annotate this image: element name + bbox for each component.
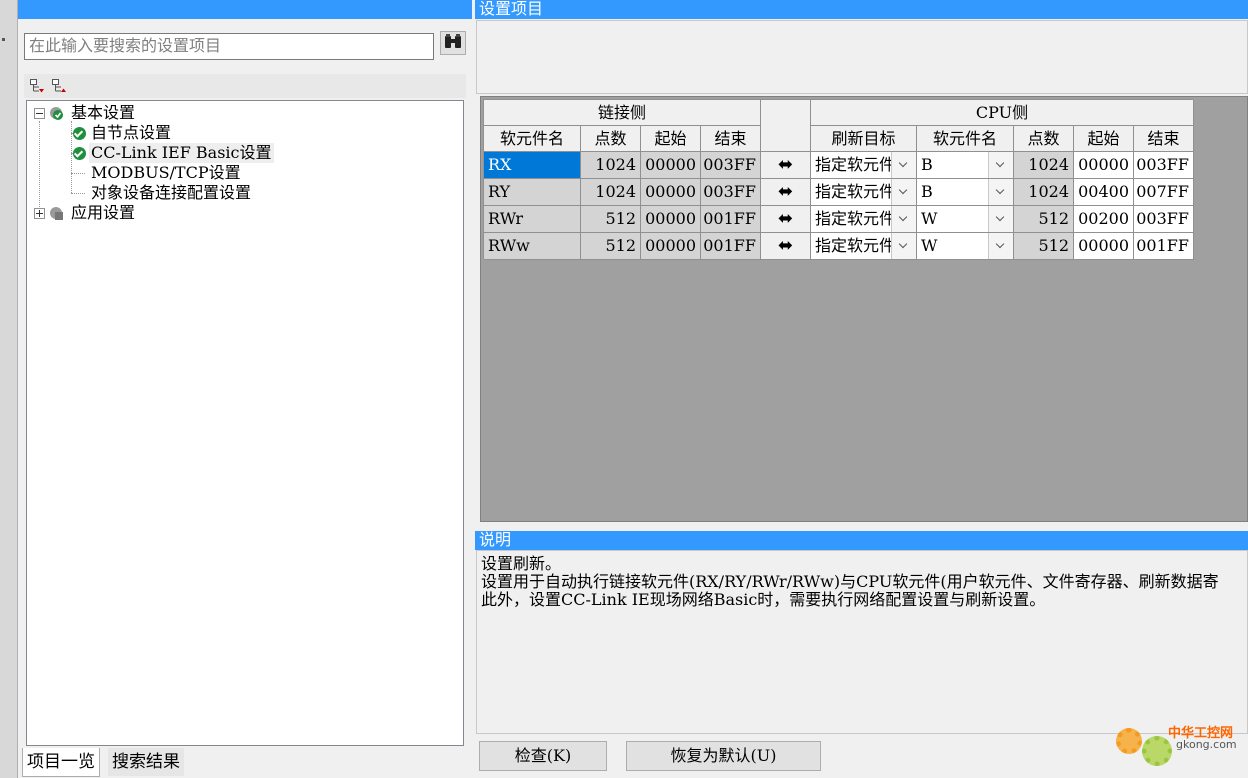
tree-item-application-settings[interactable]: 应用设置	[71, 203, 135, 223]
link-arrow-icon: ⬌	[761, 233, 811, 260]
chevron-down-icon[interactable]	[988, 179, 1013, 205]
watermark-domain: gkong.com	[1176, 738, 1237, 751]
tree-item-modbus-tcp[interactable]: MODBUS/TCP设置	[91, 163, 241, 183]
link-device-cell: RX	[484, 152, 581, 179]
description-line: 设置用于自动执行链接软元件(RX/RY/RWr/RWw)与CPU软元件(用户软元…	[481, 572, 1219, 591]
column-header: 点数	[581, 126, 641, 152]
column-header: 起始	[641, 126, 701, 152]
chevron-down-icon[interactable]	[988, 152, 1013, 178]
link-value-cell: 003FF	[701, 152, 761, 179]
cpu-device-select[interactable]: W	[917, 233, 1014, 260]
tree-item-cclink-ief-basic[interactable]: CC-Link IEF Basic设置	[89, 143, 274, 163]
cpu-value-cell: 003FF	[1134, 206, 1194, 233]
link-side-header: 链接侧	[484, 100, 761, 126]
cpu-points-cell: 512	[1014, 206, 1074, 233]
column-header: 结束	[701, 126, 761, 152]
column-header: 软元件名	[484, 126, 581, 152]
cpu-points-cell: 512	[1014, 233, 1074, 260]
column-header: 起始	[1074, 126, 1134, 152]
column-header: 点数	[1014, 126, 1074, 152]
cpu-points-cell: 1024	[1014, 179, 1074, 206]
window-edge	[0, 0, 18, 778]
column-header: 软元件名	[917, 126, 1014, 152]
link-value-cell: 00000	[641, 179, 701, 206]
chevron-down-icon[interactable]	[891, 179, 916, 205]
check-button[interactable]: 检查(K)	[479, 741, 607, 771]
settings-tree: 基本设置 自节点设置 CC-Link IEF Basic设置 MODBUS/TC…	[26, 100, 464, 746]
cpu-side-header: CPU侧	[811, 100, 1194, 126]
tab-project-list[interactable]: 项目一览	[22, 748, 100, 777]
cpu-value-cell: 007FF	[1134, 179, 1194, 206]
link-value-cell: 00000	[641, 233, 701, 260]
refresh-settings-table: 链接侧 CPU侧 软元件名 点数 起始 结束 刷新目标 软元件名 点数 起始 结束 RX 1024 000…	[483, 99, 1194, 260]
expand-toggle[interactable]	[34, 208, 45, 219]
collapse-toggle[interactable]	[34, 108, 45, 119]
link-value-cell: 512	[581, 206, 641, 233]
cpu-device-select[interactable]: W	[917, 206, 1014, 233]
link-value-cell: 1024	[581, 152, 641, 179]
link-value-cell: 00000	[641, 152, 701, 179]
link-value-cell: 001FF	[701, 206, 761, 233]
cpu-device-select[interactable]: B	[917, 152, 1014, 179]
binoculars-icon	[445, 34, 461, 48]
link-device-cell: RWr	[484, 206, 581, 233]
settings-top-area	[476, 20, 1248, 94]
cpu-value-cell: 001FF	[1134, 233, 1194, 260]
cpu-points-cell: 1024	[1014, 152, 1074, 179]
search-input[interactable]: 在此输入要搜索的设置项目	[24, 33, 434, 60]
description-line: 设置刷新。	[481, 554, 562, 573]
refresh-target-select[interactable]: 指定软元件	[811, 206, 917, 233]
tab-search-results[interactable]: 搜索结果	[108, 748, 184, 776]
link-value-cell: 003FF	[701, 179, 761, 206]
left-tabs: 项目一览 搜索结果	[22, 748, 472, 778]
link-device-cell: RWw	[484, 233, 581, 260]
splitter[interactable]	[476, 524, 1248, 530]
description-panel: 设置刷新。 设置用于自动执行链接软元件(RX/RY/RWr/RWw)与CPU软元…	[476, 550, 1248, 734]
chevron-down-icon[interactable]	[891, 206, 916, 232]
link-device-cell: RY	[484, 179, 581, 206]
link-value-cell: 512	[581, 233, 641, 260]
restore-default-button[interactable]: 恢复为默认(U)	[626, 741, 821, 771]
tree-item-basic-settings[interactable]: 基本设置	[71, 103, 135, 123]
refresh-target-select[interactable]: 指定软元件	[811, 179, 917, 206]
tree-toolbar	[24, 74, 466, 98]
description-line: 此外，设置CC-Link IE现场网络Basic时，需要执行网络配置设置与刷新设…	[481, 590, 1046, 609]
cpu-value-cell[interactable]: 00000	[1074, 152, 1134, 179]
left-pane-header	[18, 0, 472, 19]
collapse-all-icon[interactable]	[52, 79, 66, 93]
link-value-cell: 00000	[641, 206, 701, 233]
check-icon	[73, 147, 86, 160]
basic-settings-icon	[49, 106, 63, 120]
check-icon	[73, 127, 86, 140]
link-arrow-icon: ⬌	[761, 179, 811, 206]
settings-items-title: 设置项目	[475, 0, 1248, 19]
arrow-column-header	[761, 100, 811, 152]
tree-item-own-node[interactable]: 自节点设置	[91, 123, 171, 143]
cpu-value-cell[interactable]: 00200	[1074, 206, 1134, 233]
description-title: 说明	[475, 531, 1248, 550]
link-value-cell: 001FF	[701, 233, 761, 260]
link-arrow-icon: ⬌	[761, 206, 811, 233]
cpu-device-select[interactable]: B	[917, 179, 1014, 206]
expand-all-icon[interactable]	[30, 79, 44, 93]
app-settings-icon	[49, 206, 63, 220]
refresh-target-select[interactable]: 指定软元件	[811, 152, 917, 179]
gear-icon	[1116, 728, 1142, 754]
chevron-down-icon[interactable]	[988, 206, 1013, 232]
refresh-target-select[interactable]: 指定软元件	[811, 233, 917, 260]
link-arrow-icon: ⬌	[761, 152, 811, 179]
cpu-value-cell[interactable]: 00400	[1074, 179, 1134, 206]
column-header: 结束	[1134, 126, 1194, 152]
tree-item-target-device-connection[interactable]: 对象设备连接配置设置	[91, 183, 251, 203]
column-header: 刷新目标	[811, 126, 917, 152]
chevron-down-icon[interactable]	[988, 233, 1013, 259]
cpu-value-cell[interactable]: 00000	[1074, 233, 1134, 260]
watermark-logo: 中华工控网 gkong.com	[1112, 716, 1242, 772]
chevron-down-icon[interactable]	[891, 233, 916, 259]
binoculars-search-button[interactable]	[440, 31, 466, 55]
cpu-value-cell: 003FF	[1134, 152, 1194, 179]
chevron-down-icon[interactable]	[891, 152, 916, 178]
link-value-cell: 1024	[581, 179, 641, 206]
